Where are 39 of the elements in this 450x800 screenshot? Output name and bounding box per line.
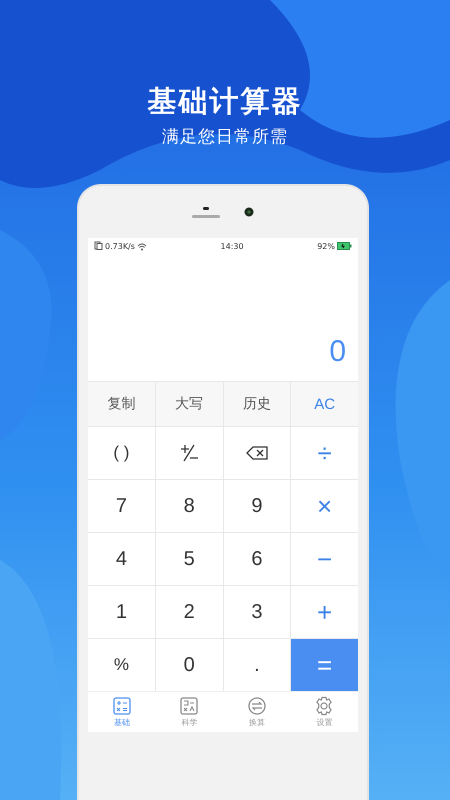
backspace-key[interactable] (224, 427, 290, 479)
backspace-icon (246, 446, 268, 460)
operator-key[interactable]: ÷ (291, 427, 358, 479)
speaker-drawing (192, 206, 220, 218)
digit-key[interactable]: 9 (224, 480, 290, 532)
function-key[interactable]: ( ) (88, 427, 155, 479)
network-speed: 0.73K/s (105, 242, 135, 250)
function-key[interactable]: 复制 (88, 382, 155, 426)
digit-key[interactable]: 1 (88, 586, 155, 638)
digit-key[interactable]: 6 (224, 533, 290, 585)
plus-minus-icon (179, 443, 200, 463)
clear-key[interactable]: AC (291, 382, 358, 426)
function-key[interactable]: % (88, 639, 155, 691)
calculator-icon (112, 696, 132, 716)
battery-percent: 92% (317, 242, 335, 250)
function-key[interactable]: 大写 (156, 382, 222, 426)
digit-key[interactable]: 7 (88, 480, 155, 532)
battery-icon (336, 242, 352, 250)
camera-icon (244, 207, 254, 217)
digit-key[interactable]: 0 (156, 639, 222, 691)
clock-time: 14:30 (220, 242, 244, 250)
digit-key[interactable]: 4 (88, 533, 155, 585)
digit-key[interactable]: 8 (156, 480, 222, 532)
sign-toggle-key[interactable] (156, 427, 222, 479)
digit-key[interactable]: 5 (156, 533, 222, 585)
digit-key[interactable]: . (224, 639, 290, 691)
digit-key[interactable]: 2 (156, 586, 222, 638)
operator-key[interactable]: × (291, 480, 358, 532)
operator-key[interactable]: − (291, 533, 358, 585)
wifi-icon (136, 242, 147, 250)
operator-key[interactable]: + (291, 586, 358, 638)
promo-subtitle: 满足您日常所需 (162, 126, 288, 148)
function-grid-icon (179, 696, 200, 716)
exchange-arrows-icon (246, 696, 267, 716)
promo-title: 基础计算器 (148, 83, 302, 120)
digit-key[interactable]: 3 (224, 586, 290, 638)
display-value: 0 (329, 335, 346, 369)
settings-icon (314, 696, 334, 716)
function-key[interactable]: 历史 (224, 382, 290, 426)
